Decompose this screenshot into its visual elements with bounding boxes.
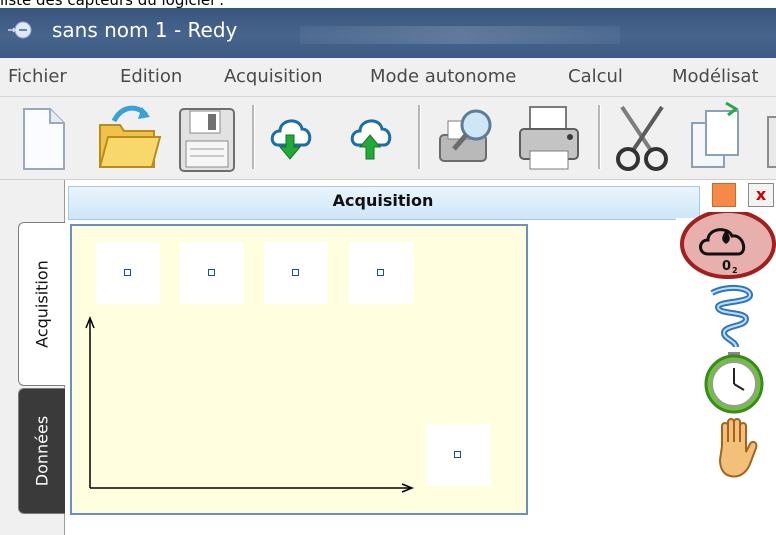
menu-modelisation[interactable]: Modélisat xyxy=(672,66,759,87)
svg-text:0: 0 xyxy=(722,259,731,274)
menu-edition[interactable]: Edition xyxy=(120,66,182,87)
tab-acquisition[interactable]: Acquisition xyxy=(18,222,65,386)
o2-sensor-icon[interactable]: 0 2 xyxy=(676,212,776,282)
cut-scissors-icon[interactable] xyxy=(610,101,674,175)
vortex-icon[interactable] xyxy=(706,283,756,351)
side-tab-column: Acquisition Données xyxy=(0,180,65,535)
open-folder-icon[interactable] xyxy=(94,101,162,175)
download-cloud-icon[interactable] xyxy=(268,101,314,175)
panel-title: Acquisition xyxy=(332,191,434,210)
stopwatch-icon[interactable] xyxy=(700,350,768,416)
copy-icon[interactable] xyxy=(686,101,746,175)
tab-donnees-label: Données xyxy=(32,415,52,487)
panel-close-button[interactable]: x xyxy=(748,183,774,207)
paste-icon[interactable] xyxy=(760,101,776,175)
plot-axes xyxy=(85,315,415,493)
upload-cloud-icon[interactable] xyxy=(348,101,394,175)
tab-donnees[interactable]: Données xyxy=(18,388,65,514)
hand-icon[interactable] xyxy=(710,416,762,480)
svg-text:2: 2 xyxy=(732,266,738,275)
panel-minimize-button[interactable] xyxy=(712,183,736,207)
menu-bar: Fichier Edition Acquisition Mode autonom… xyxy=(0,58,776,97)
title-bar-blur xyxy=(300,26,620,44)
acquisition-plot-area[interactable] xyxy=(70,224,528,515)
app-icon xyxy=(8,21,32,39)
menu-acquisition[interactable]: Acquisition xyxy=(224,66,323,87)
menu-fichier[interactable]: Fichier xyxy=(8,66,67,87)
tab-acquisition-label: Acquisition xyxy=(32,260,52,348)
print-icon[interactable] xyxy=(514,101,584,175)
new-document-icon[interactable] xyxy=(20,101,68,175)
save-disk-icon[interactable] xyxy=(176,101,238,175)
toolbar xyxy=(0,97,776,180)
menu-calcul[interactable]: Calcul xyxy=(568,66,623,87)
print-preview-icon[interactable] xyxy=(432,101,504,175)
window-title: sans nom 1 - Redy xyxy=(52,18,238,42)
menu-mode-autonome[interactable]: Mode autonome xyxy=(370,66,516,87)
